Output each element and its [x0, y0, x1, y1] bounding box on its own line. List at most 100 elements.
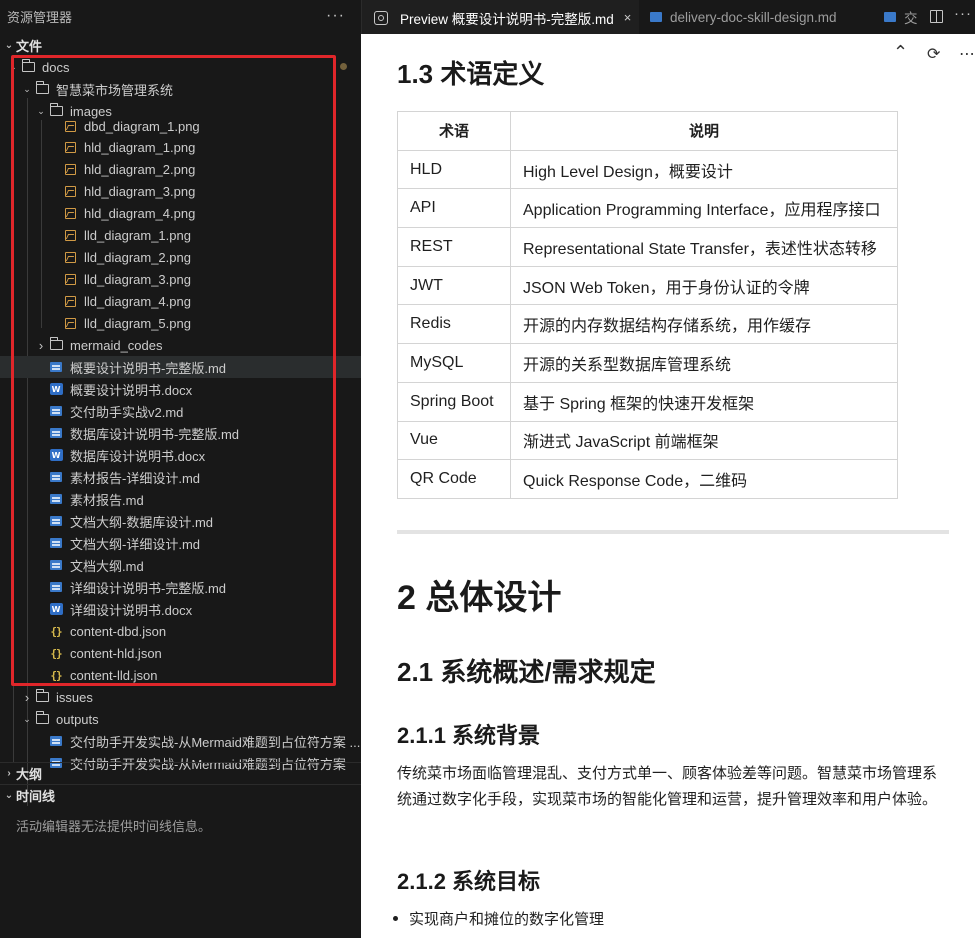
json-icon: {}	[50, 668, 62, 682]
image-file-icon	[62, 119, 78, 133]
tab-delivery-doc[interactable]: delivery-doc-skill-design.md	[640, 0, 872, 34]
chevron-up-icon[interactable]: ⌃	[893, 42, 908, 63]
tree-file[interactable]: hld_diagram_4.png	[0, 202, 361, 224]
tree-file[interactable]: hld_diagram_2.png	[0, 158, 361, 180]
tab-preview-active[interactable]: Preview 概要设计说明书-完整版.md ×	[362, 0, 639, 34]
tree-file[interactable]: W 详细设计说明书.docx	[0, 598, 361, 620]
tree-file[interactable]: 素材报告.md	[0, 488, 361, 510]
tab-overflow-label: 交	[904, 11, 918, 26]
tree-file[interactable]: dbd_diagram_1.png	[0, 115, 361, 137]
markdown-icon	[48, 514, 64, 528]
tree-file[interactable]: {} content-lld.json	[0, 664, 361, 686]
tree-file[interactable]: 交付助手开发实战-从Mermaid难题到占位符方案 ...	[0, 730, 361, 752]
term-cell: Redis	[397, 304, 511, 345]
tree-file[interactable]: hld_diagram_1.png	[0, 136, 361, 158]
heading-overview: 2.1 系统概述/需求规定	[397, 657, 656, 687]
term-cell: Spring Boot	[397, 381, 511, 422]
editor-area: Preview 概要设计说明书-完整版.md × delivery-doc-sk…	[361, 0, 975, 938]
section-timeline-label: 时间线	[16, 789, 56, 804]
chevron-right-icon: ›	[24, 689, 30, 705]
description-cell: 开源的关系型数据库管理系统	[510, 343, 898, 383]
tree-file[interactable]: W 概要设计说明书.docx	[0, 378, 361, 400]
tree-folder[interactable]: ⌄ outputs	[0, 708, 361, 730]
tree-item-label: lld_diagram_2.png	[84, 249, 191, 265]
tree-file[interactable]: 素材报告-详细设计.md	[0, 466, 361, 488]
folder-icon	[20, 59, 36, 74]
tree-file[interactable]: lld_diagram_5.png	[0, 312, 361, 334]
tree-file[interactable]: 交付助手实战v2.md	[0, 400, 361, 422]
tree-file[interactable]: lld_diagram_4.png	[0, 290, 361, 312]
tree-item-label: 素材报告-详细设计.md	[70, 470, 201, 486]
markdown-icon	[48, 404, 64, 418]
section-files[interactable]: ⌄ 文件	[0, 34, 361, 56]
tree-file[interactable]: {} content-hld.json	[0, 642, 361, 664]
tree-file[interactable]: lld_diagram_2.png	[0, 246, 361, 268]
tree-file[interactable]: {} content-dbd.json	[0, 620, 361, 642]
more-actions-icon[interactable]: ···	[954, 5, 972, 22]
tree-file[interactable]: 数据库设计说明书-完整版.md	[0, 422, 361, 444]
markdown-icon	[48, 360, 64, 374]
term-cell: HLD	[397, 149, 511, 190]
image-file-icon	[62, 228, 78, 242]
more-actions-icon[interactable]: ···	[326, 7, 345, 25]
chevron-down-icon: ⌄	[23, 83, 31, 94]
list-item: 实现商户和摊位的数字化管理	[392, 908, 604, 929]
table-row: REST Representational State Transfer，表述性状…	[397, 227, 898, 267]
tree-item-label: content-dbd.json	[70, 623, 167, 639]
tree-folder[interactable]: ⌄ 智慧菜市场管理系统	[0, 78, 361, 100]
tree-file[interactable]: 概要设计说明书-完整版.md	[0, 356, 361, 378]
tree-file[interactable]: hld_diagram_3.png	[0, 180, 361, 202]
section-outline[interactable]: › 大纲	[0, 762, 361, 784]
horizontal-rule	[397, 530, 949, 534]
tree-file[interactable]: W 数据库设计说明书.docx	[0, 444, 361, 466]
section-timeline[interactable]: ⌄ 时间线	[0, 784, 361, 806]
heading-background: 2.1.1 系统背景	[397, 723, 541, 748]
tree-item-label: hld_diagram_2.png	[84, 161, 196, 177]
description-cell: Representational State Transfer，表述性状态转移	[510, 227, 898, 267]
description-cell: 基于 Spring 框架的快速开发框架	[510, 381, 898, 422]
tree-item-label: 文档大纲-数据库设计.md	[70, 514, 214, 530]
markdown-preview: ⌃ ⟳ ⋯ 1.3 术语定义 术语 说明 HLD High Level Desig…	[361, 34, 975, 938]
term-cell: REST	[397, 227, 511, 267]
json-icon: {}	[50, 646, 62, 660]
tab-preview-label: Preview 概要设计说明书-完整版.md	[400, 11, 614, 27]
refresh-icon[interactable]: ⟳	[927, 44, 940, 64]
term-cell: API	[397, 188, 511, 229]
folder-icon	[34, 711, 50, 726]
tree-item-label: lld_diagram_4.png	[84, 293, 191, 309]
tree-file[interactable]: 文档大纲-详细设计.md	[0, 532, 361, 554]
markdown-icon	[48, 470, 64, 484]
tree-item-label: 文档大纲.md	[70, 558, 144, 574]
explorer-title: 资源管理器	[7, 9, 73, 25]
explorer-header: 资源管理器 ···	[0, 0, 361, 32]
description-cell: Quick Response Code，二维码	[510, 459, 898, 499]
tab-overflow[interactable]: 交	[874, 0, 924, 34]
tree-folder[interactable]: › issues	[0, 686, 361, 708]
tree-file[interactable]: lld_diagram_1.png	[0, 224, 361, 246]
image-file-icon	[62, 206, 78, 220]
timeline-empty-message: 活动编辑器无法提供时间线信息。	[16, 819, 212, 834]
tree-file[interactable]: 详细设计说明书-完整版.md	[0, 576, 361, 598]
table-header-row: 术语 说明	[397, 111, 898, 151]
term-cell: JWT	[397, 265, 511, 306]
close-icon[interactable]: ×	[624, 10, 632, 25]
tree-file[interactable]: 文档大纲-数据库设计.md	[0, 510, 361, 532]
markdown-icon	[48, 558, 64, 572]
section-outline-label: 大纲	[16, 767, 43, 782]
tree-folder[interactable]: › mermaid_codes	[0, 334, 361, 356]
tree-item-label: issues	[56, 689, 93, 705]
tree-file[interactable]: lld_diagram_3.png	[0, 268, 361, 290]
tree-item-label: 详细设计说明书-完整版.md	[70, 580, 227, 596]
heading-terms: 1.3 术语定义	[397, 59, 545, 89]
tree-file[interactable]: 文档大纲.md	[0, 554, 361, 576]
description-cell: High Level Design，概要设计	[510, 149, 898, 190]
more-icon[interactable]: ⋯	[959, 44, 975, 64]
image-file-icon	[62, 250, 78, 264]
table-row: API Application Programming Interface，应用程…	[397, 188, 898, 229]
tree-folder[interactable]: ⌄ docs	[0, 56, 361, 78]
split-editor-icon[interactable]	[930, 10, 943, 23]
table-row: MySQL 开源的关系型数据库管理系统	[397, 343, 898, 383]
word-document-icon: W	[48, 382, 64, 396]
section-files-label: 文件	[16, 38, 43, 54]
preview-icon	[374, 10, 388, 25]
